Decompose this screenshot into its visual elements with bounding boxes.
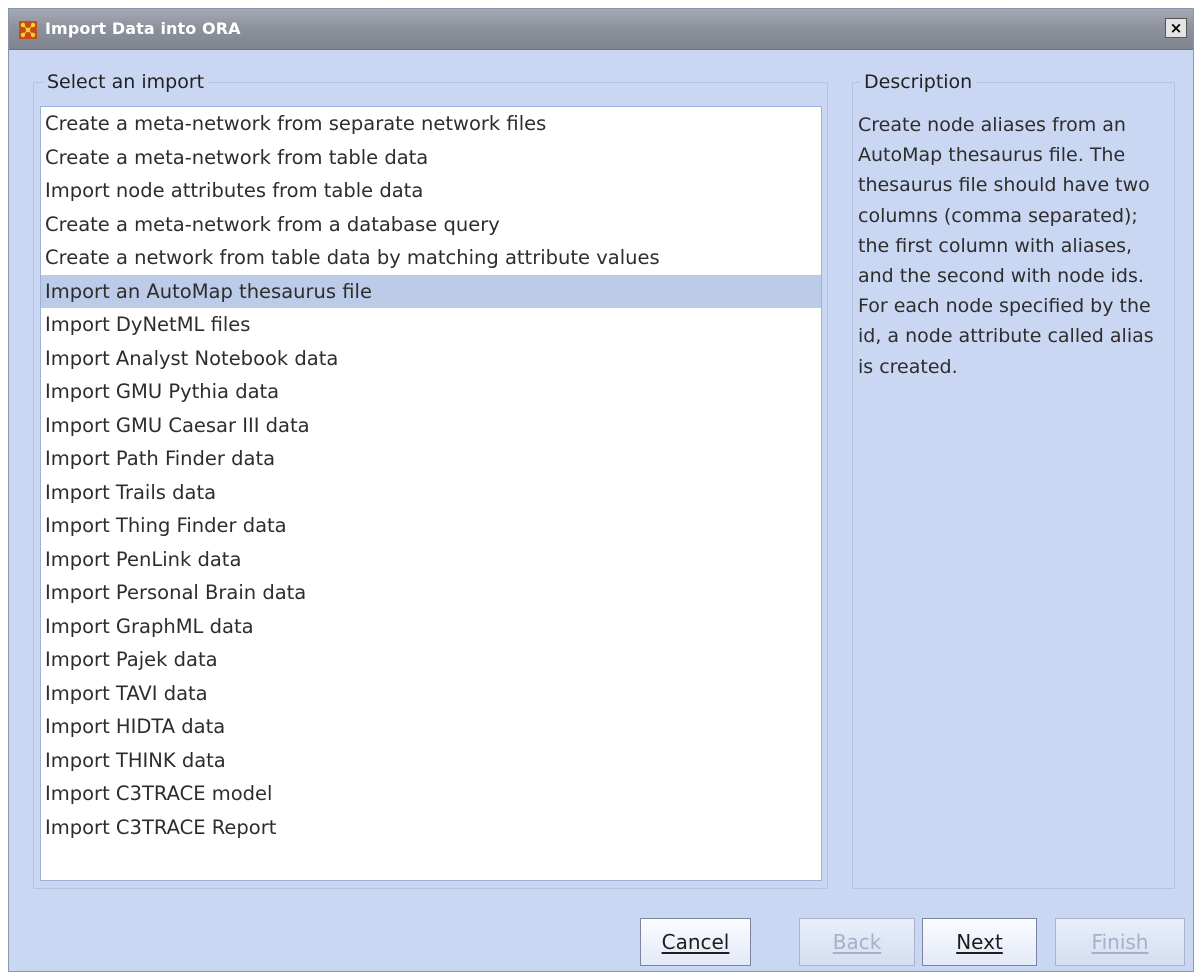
- ora-app-icon: [19, 21, 37, 39]
- close-button[interactable]: ×: [1165, 18, 1187, 38]
- import-list-item[interactable]: Import Personal Brain data: [41, 576, 821, 610]
- import-list-item[interactable]: Import Thing Finder data: [41, 509, 821, 543]
- window-title: Import Data into ORA: [45, 19, 241, 38]
- import-list-label: Select an import: [43, 71, 209, 93]
- import-list-item[interactable]: Import THINK data: [41, 744, 821, 778]
- import-list-item[interactable]: Create a network from table data by matc…: [41, 241, 821, 275]
- import-list-item[interactable]: Import Analyst Notebook data: [41, 342, 821, 376]
- import-list-item[interactable]: Create a meta-network from a database qu…: [41, 208, 821, 242]
- import-list-item[interactable]: Import C3TRACE Report: [41, 811, 821, 845]
- import-list-item[interactable]: Import HIDTA data: [41, 710, 821, 744]
- import-list-item[interactable]: Import Path Finder data: [41, 442, 821, 476]
- import-list-item[interactable]: Create a meta-network from separate netw…: [41, 107, 821, 141]
- import-list-item[interactable]: Import PenLink data: [41, 543, 821, 577]
- import-list-item[interactable]: Import C3TRACE model: [41, 777, 821, 811]
- import-list[interactable]: Create a meta-network from separate netw…: [40, 106, 822, 881]
- import-list-item[interactable]: Import node attributes from table data: [41, 174, 821, 208]
- import-list-item[interactable]: Import Pajek data: [41, 643, 821, 677]
- back-button[interactable]: Back: [799, 918, 915, 966]
- import-dialog: Import Data into ORA × Select an import …: [8, 8, 1194, 972]
- description-text: Create node aliases from an AutoMap thes…: [858, 114, 1154, 378]
- cancel-button[interactable]: Cancel: [640, 918, 751, 966]
- back-button-label: Back: [832, 930, 882, 954]
- import-list-item[interactable]: Import GMU Caesar III data: [41, 409, 821, 443]
- import-list-item[interactable]: Import Trails data: [41, 476, 821, 510]
- import-list-item[interactable]: Import GraphML data: [41, 610, 821, 644]
- finish-button[interactable]: Finish: [1055, 918, 1185, 966]
- import-list-item[interactable]: Create a meta-network from table data: [41, 141, 821, 175]
- import-list-item[interactable]: Import TAVI data: [41, 677, 821, 711]
- finish-button-label: Finish: [1091, 930, 1149, 954]
- import-list-item[interactable]: Import GMU Pythia data: [41, 375, 821, 409]
- description-label: Description: [860, 71, 977, 93]
- cancel-button-label: Cancel: [661, 930, 730, 954]
- title-bar[interactable]: Import Data into ORA ×: [9, 9, 1193, 50]
- next-button-label: Next: [956, 930, 1003, 954]
- next-button[interactable]: Next: [922, 918, 1037, 966]
- import-list-item[interactable]: Import DyNetML files: [41, 308, 821, 342]
- import-list-item[interactable]: Import an AutoMap thesaurus file: [41, 274, 821, 308]
